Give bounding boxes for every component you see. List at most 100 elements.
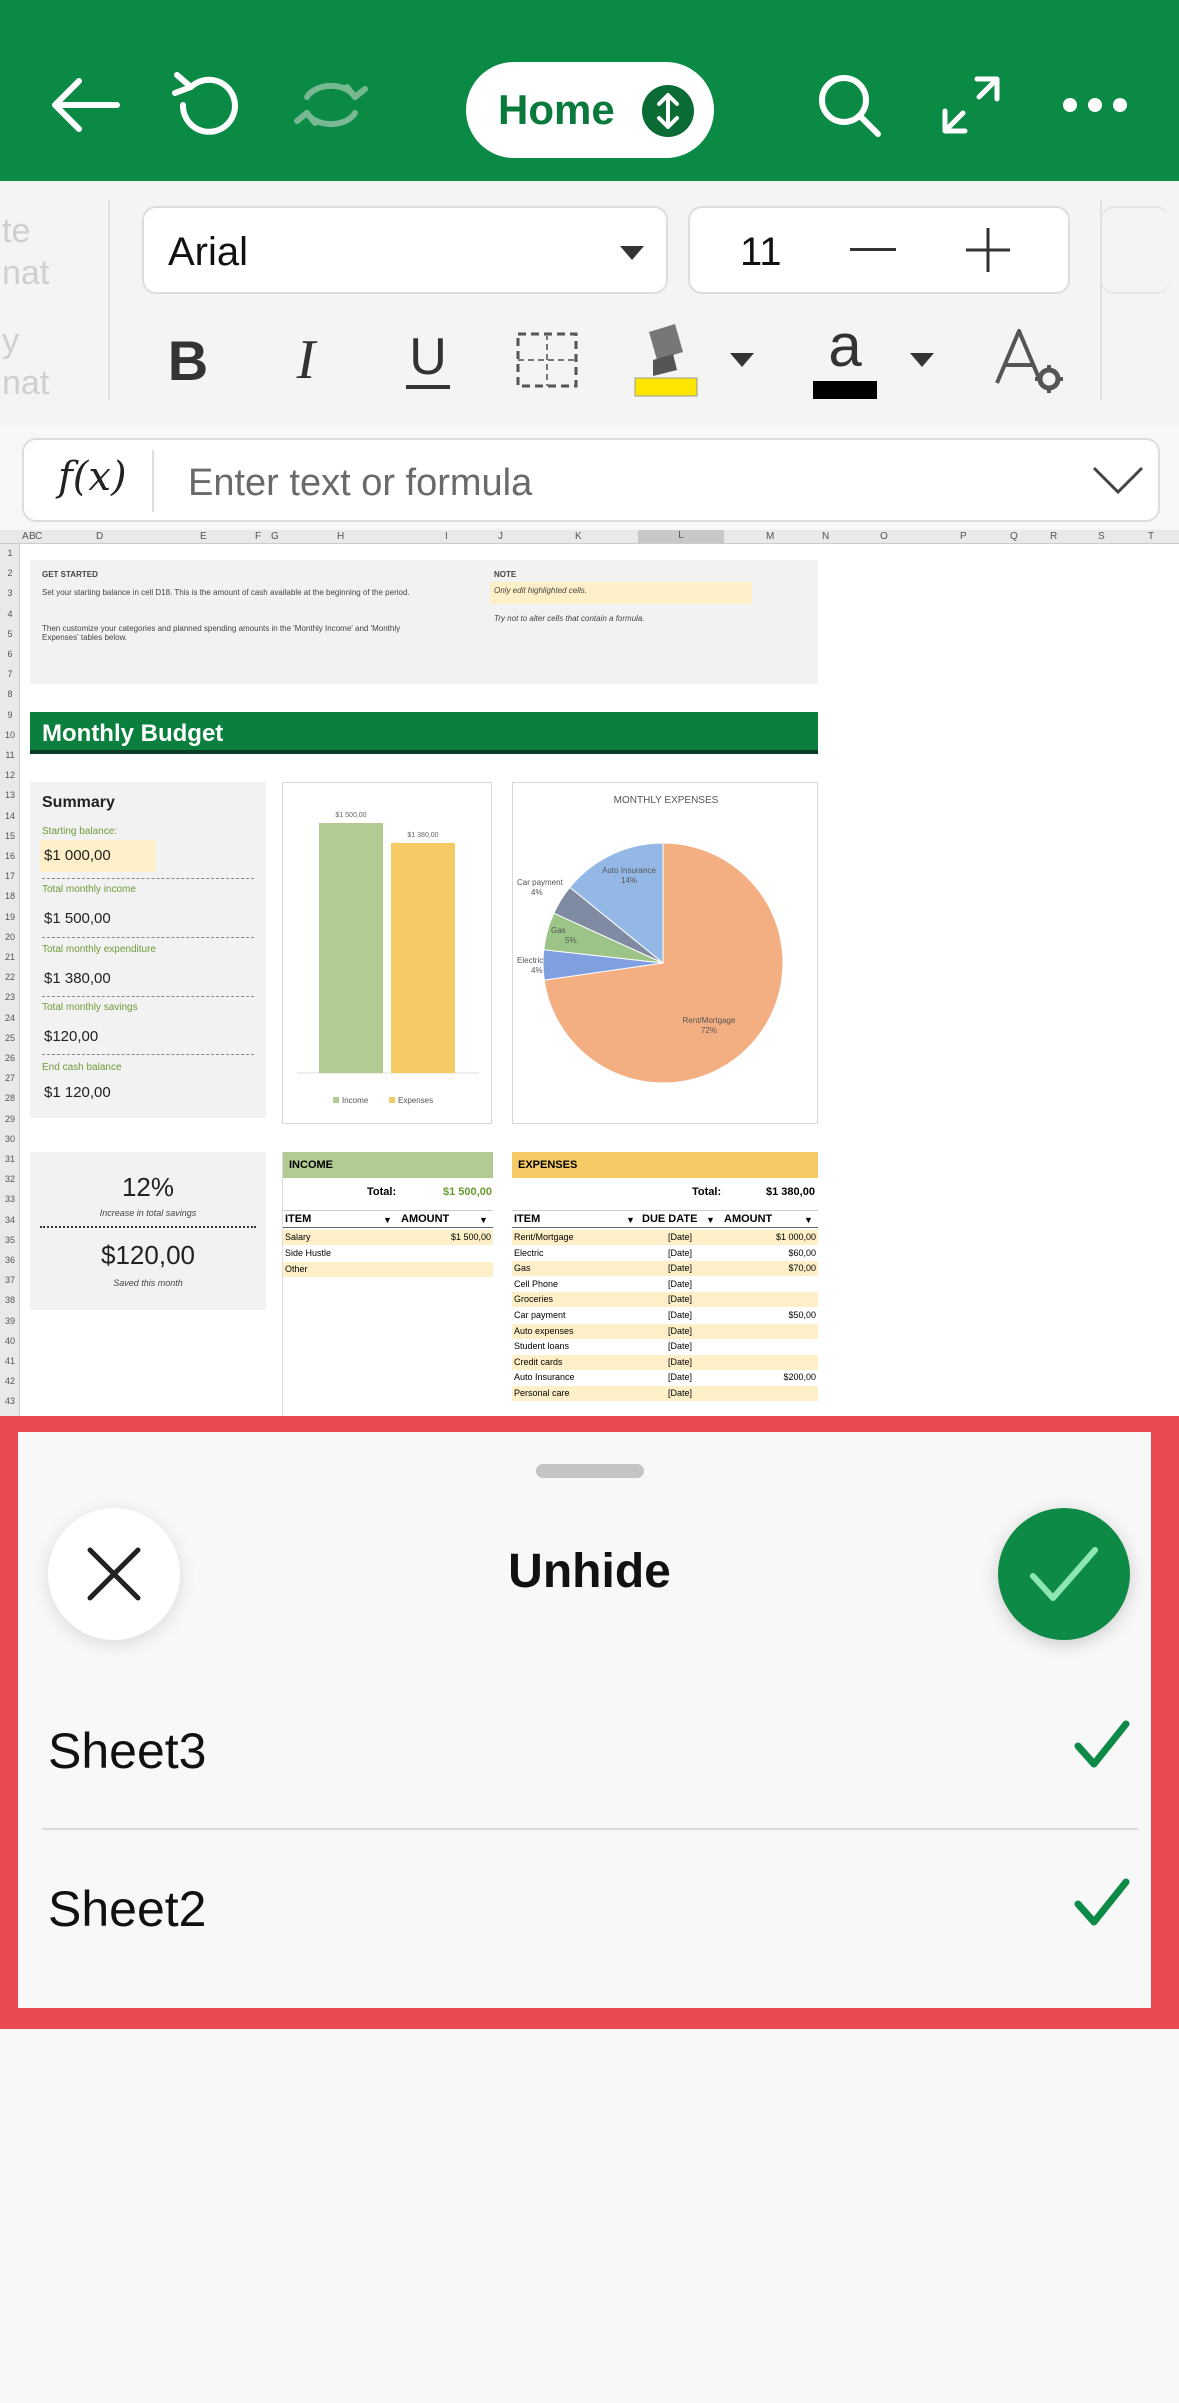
col-header[interactable]: Q (1010, 531, 1018, 542)
back-icon[interactable] (40, 60, 130, 150)
row-header[interactable]: 37 (0, 1275, 20, 1285)
col-header[interactable]: R (1050, 531, 1057, 542)
col-header[interactable]: F (255, 531, 261, 542)
row-header[interactable]: 43 (0, 1396, 20, 1406)
row-header[interactable]: 30 (0, 1134, 20, 1144)
col-header[interactable]: G (271, 531, 279, 542)
spreadsheet-grid[interactable]: A B C D E F G H I J K L M N O P Q R S T … (0, 530, 1179, 1416)
filter-dropdown-icon[interactable]: ▼ (479, 1215, 488, 1225)
copy-format-label-2[interactable]: nat (2, 364, 49, 403)
row-header[interactable]: 2 (0, 568, 20, 578)
filter-dropdown-icon[interactable]: ▼ (383, 1215, 392, 1225)
monthly-expenses-chart[interactable]: MONTHLY EXPENSES Rent/Mortgage 72% Electric… (512, 782, 818, 1124)
undo-icon[interactable] (162, 60, 252, 150)
italic-button[interactable]: I (276, 320, 336, 400)
table-row[interactable]: Student loans [Date] (512, 1339, 818, 1354)
list-item-sheet2[interactable]: Sheet2 (42, 1830, 1138, 1980)
income-expenses-chart[interactable]: $1 500,00 $1 380,00 Income Expenses (282, 782, 492, 1124)
copy-format-label[interactable]: y (2, 322, 19, 361)
table-row[interactable]: Auto Insurance [Date] $200,00 (512, 1370, 818, 1385)
decrease-size-icon[interactable] (850, 248, 896, 254)
table-row[interactable]: Cell Phone [Date] (512, 1277, 818, 1292)
row-header[interactable]: 1 (0, 548, 20, 558)
row-header[interactable]: 18 (0, 891, 20, 901)
row-header[interactable]: 35 (0, 1235, 20, 1245)
filter-dropdown-icon[interactable]: ▼ (626, 1215, 635, 1225)
row-header[interactable]: 4 (0, 609, 20, 619)
row-header[interactable]: 38 (0, 1295, 20, 1305)
row-header[interactable]: 14 (0, 811, 20, 821)
confirm-button[interactable] (998, 1508, 1130, 1640)
expenses-table[interactable]: EXPENSES Total: $1 380,00 ITEM DUE DATE … (512, 1152, 818, 1416)
col-header[interactable]: A (22, 531, 29, 542)
row-header[interactable]: 28 (0, 1093, 20, 1103)
list-item-sheet3[interactable]: Sheet3 (42, 1672, 1138, 1822)
row-header[interactable]: 13 (0, 790, 20, 800)
more-icon[interactable] (1050, 60, 1140, 150)
table-row[interactable]: Electric [Date] $60,00 (512, 1246, 818, 1261)
col-header[interactable]: K (575, 531, 582, 542)
col-header[interactable]: C (35, 531, 42, 542)
table-row[interactable]: Personal care [Date] (512, 1386, 818, 1401)
font-size-stepper[interactable]: 11 (688, 206, 1070, 294)
table-row[interactable]: Gas [Date] $70,00 (512, 1261, 818, 1277)
col-header[interactable]: E (200, 531, 207, 542)
row-header[interactable]: 32 (0, 1174, 20, 1184)
row-header[interactable]: 25 (0, 1033, 20, 1043)
format-painter-label[interactable]: te (2, 212, 30, 251)
col-header[interactable]: S (1098, 531, 1105, 542)
table-row[interactable]: Side Hustle (283, 1246, 493, 1261)
table-row[interactable]: Salary $1 500,00 (283, 1230, 493, 1245)
highlight-color-dropdown[interactable] (722, 320, 762, 400)
row-header[interactable]: 40 (0, 1336, 20, 1346)
row-header[interactable]: 15 (0, 831, 20, 841)
font-color-dropdown[interactable] (902, 320, 942, 400)
row-header[interactable]: 17 (0, 871, 20, 881)
starting-balance-cell[interactable]: $1 000,00 (40, 840, 156, 872)
col-header-selected[interactable]: L (638, 530, 724, 543)
formula-bar[interactable]: f(x) Enter text or formula (22, 438, 1160, 522)
row-header[interactable]: 27 (0, 1073, 20, 1083)
row-header[interactable]: 29 (0, 1114, 20, 1124)
col-header[interactable]: J (498, 531, 503, 542)
row-header[interactable]: 31 (0, 1154, 20, 1164)
highlighter-icon[interactable] (628, 320, 702, 400)
col-header[interactable]: I (445, 531, 448, 542)
col-header[interactable]: M (766, 531, 774, 542)
row-header[interactable]: 42 (0, 1376, 20, 1386)
row-header[interactable]: 22 (0, 972, 20, 982)
fullscreen-icon[interactable] (926, 60, 1016, 150)
row-header[interactable]: 36 (0, 1255, 20, 1265)
bold-button[interactable]: B (158, 320, 218, 400)
search-icon[interactable] (804, 60, 894, 150)
col-header[interactable]: D (96, 531, 103, 542)
row-header[interactable]: 24 (0, 1013, 20, 1023)
row-header[interactable]: 21 (0, 952, 20, 962)
row-header[interactable]: 19 (0, 912, 20, 922)
row-header[interactable]: 34 (0, 1215, 20, 1225)
redo-icon[interactable] (286, 60, 376, 150)
row-header[interactable]: 6 (0, 649, 20, 659)
table-row[interactable]: Groceries [Date] (512, 1292, 818, 1308)
row-header[interactable]: 3 (0, 588, 20, 598)
row-header[interactable]: 41 (0, 1356, 20, 1366)
row-header[interactable]: 23 (0, 992, 20, 1002)
table-row[interactable]: Rent/Mortgage [Date] $1 000,00 (512, 1230, 818, 1245)
col-header[interactable]: N (822, 531, 829, 542)
row-header[interactable]: 39 (0, 1316, 20, 1326)
chevron-down-icon[interactable] (1092, 466, 1144, 496)
col-header[interactable]: H (337, 531, 344, 542)
drag-handle[interactable] (536, 1464, 644, 1478)
income-table[interactable]: INCOME Total: $1 500,00 ITEM AMOUNT ▼ ▼ … (282, 1152, 493, 1416)
filter-dropdown-icon[interactable]: ▼ (804, 1215, 813, 1225)
row-header[interactable]: 16 (0, 851, 20, 861)
format-painter-label-2[interactable]: nat (2, 254, 49, 293)
row-header[interactable]: 10 (0, 730, 20, 740)
row-header[interactable]: 12 (0, 770, 20, 780)
row-header[interactable]: 26 (0, 1053, 20, 1063)
table-row[interactable]: Auto expenses [Date] (512, 1323, 818, 1339)
row-header[interactable]: 7 (0, 669, 20, 679)
borders-icon[interactable] (512, 320, 582, 400)
text-styles-icon[interactable] (990, 320, 1070, 400)
col-header[interactable]: O (880, 531, 888, 542)
